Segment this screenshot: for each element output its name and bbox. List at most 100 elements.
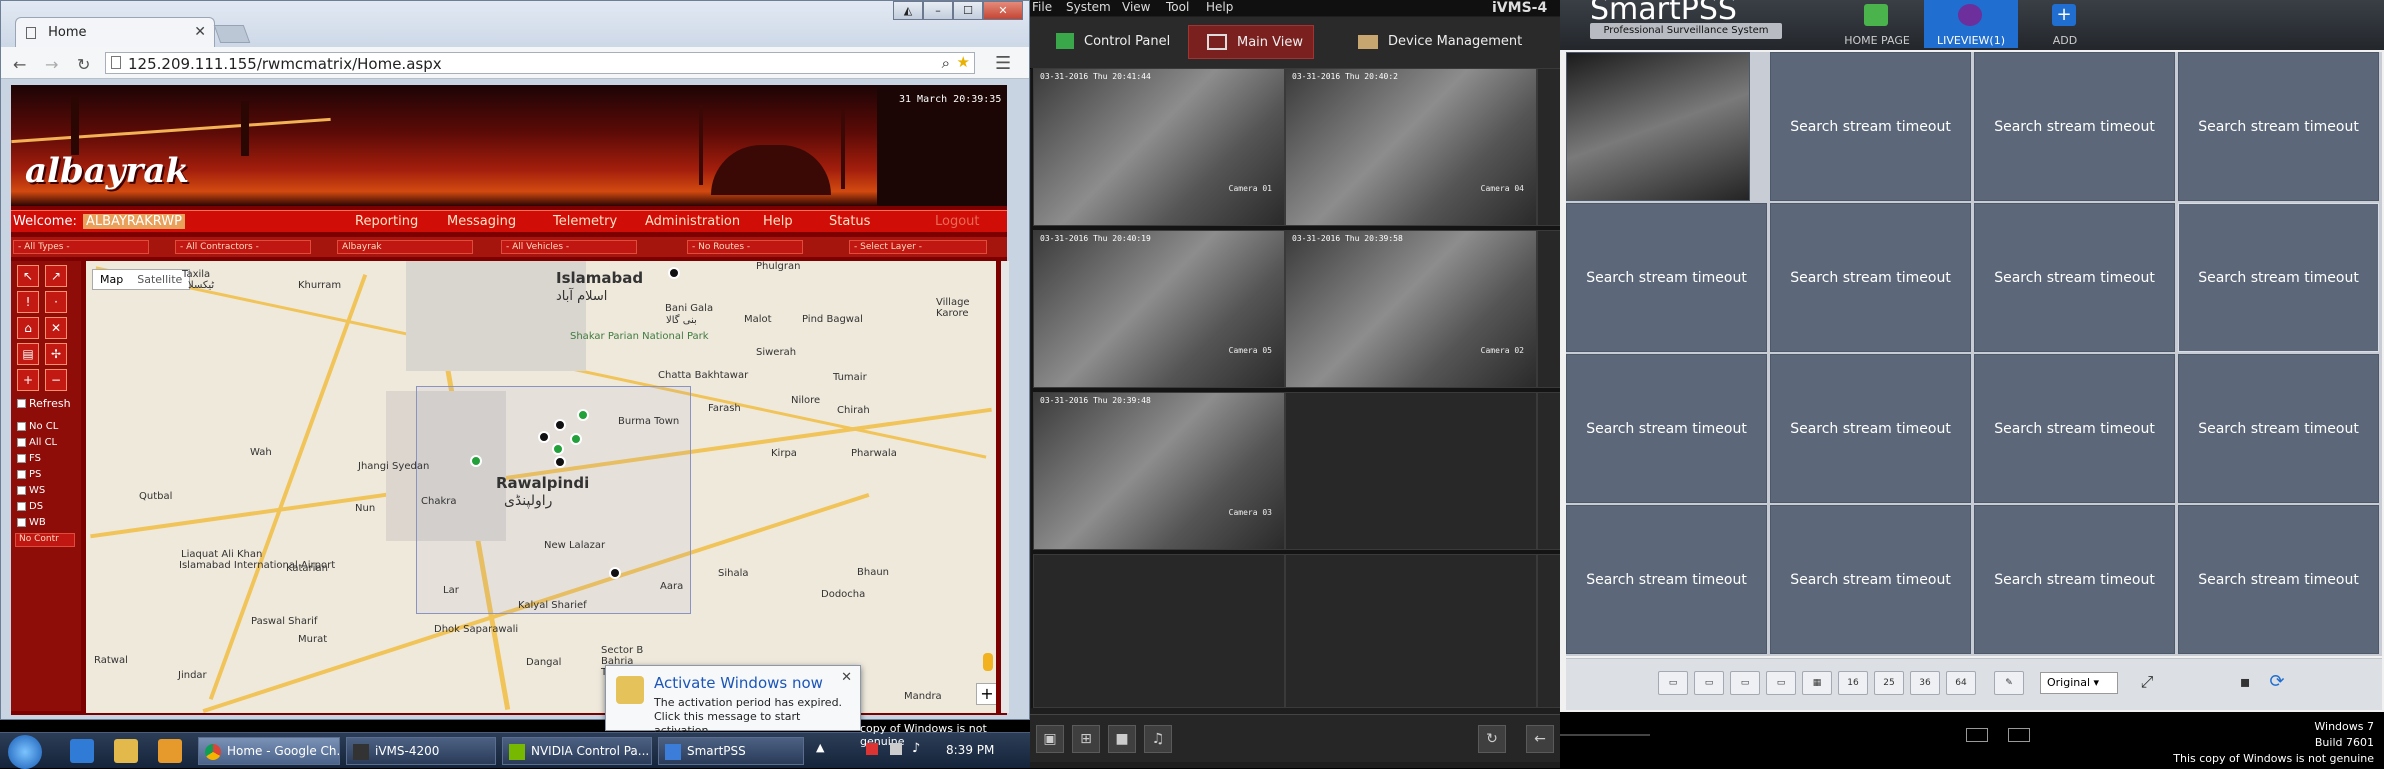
layer-filter[interactable]: - Select Layer - [849, 240, 987, 254]
close-notification-icon[interactable]: ✕ [841, 670, 852, 685]
pin-tool-icon[interactable]: ! [17, 291, 39, 313]
browser-tab-home[interactable]: Home ✕ [15, 17, 215, 47]
camera-view[interactable] [1537, 68, 1561, 226]
audio-icon[interactable]: ♫ [1144, 725, 1172, 753]
nav-add[interactable]: + ADD [2018, 0, 2112, 48]
clear-tool-icon[interactable]: ✕ [45, 317, 67, 339]
maximize-icon[interactable]: ☐ [953, 1, 983, 20]
layers-tool-icon[interactable]: ▤ [17, 343, 39, 365]
tray-expand-icon[interactable]: ▲ [816, 741, 824, 754]
stream-cell[interactable]: Search stream timeout [1770, 203, 1971, 352]
map-button[interactable]: Map [93, 270, 130, 289]
vehicle-marker[interactable] [554, 456, 566, 468]
vehicle-marker[interactable] [570, 433, 582, 445]
type-filter[interactable]: - All Types - [13, 240, 149, 254]
layout-2-icon[interactable]: ▭ [1694, 671, 1724, 695]
layout-9-icon[interactable]: ▦ [1802, 671, 1832, 695]
refresh-icon[interactable]: ⟳ [2262, 671, 2292, 695]
nav-home-page[interactable]: HOME PAGE [1830, 0, 1924, 48]
edit-layout-icon[interactable]: ✎ [1994, 671, 2024, 695]
layer-check-wb[interactable]: WB [17, 517, 46, 528]
layout-36-button[interactable]: 36 [1910, 671, 1940, 695]
stream-cell[interactable]: Search stream timeout [2178, 203, 2379, 352]
center-tool-icon[interactable]: ✢ [45, 343, 67, 365]
stream-cell[interactable]: Search stream timeout [1770, 52, 1971, 201]
save-icon[interactable]: ▣ [1036, 725, 1064, 753]
camera-view[interactable]: 03-31-2016 Thu 20:39:58 Camera 02 [1285, 230, 1537, 388]
menu-telemetry[interactable]: Telemetry [553, 214, 617, 229]
stream-cell[interactable]: Search stream timeout [1974, 505, 2175, 654]
vehicle-marker[interactable] [577, 409, 589, 421]
vehicle-marker[interactable] [470, 455, 482, 467]
page-scrollbar[interactable] [1001, 261, 1009, 713]
close-window-icon[interactable]: ✕ [983, 1, 1023, 20]
layout-16-button[interactable]: 16 [1838, 671, 1868, 695]
reload-icon[interactable]: ↻ [77, 55, 90, 74]
point-tool-icon[interactable]: · [45, 291, 67, 313]
tab-control-panel[interactable]: Control Panel [1036, 25, 1180, 59]
media-player-icon[interactable] [158, 739, 182, 763]
layout-icon[interactable]: ⊞ [1072, 725, 1100, 753]
route-filter[interactable]: - No Routes - [687, 240, 803, 254]
camera-view[interactable] [1285, 554, 1537, 708]
stream-cell[interactable]: Search stream timeout [1566, 505, 1767, 654]
stream-cell[interactable]: Search stream timeout [2178, 52, 2379, 201]
menu-help[interactable]: Help [763, 214, 793, 229]
stream-type-select[interactable]: Original ▾ [2040, 672, 2118, 694]
nav-liveview[interactable]: LIVEVIEW(1) [1924, 0, 2018, 48]
menu-messaging[interactable]: Messaging [447, 214, 516, 229]
taskbar-ivms[interactable]: iVMS-4200 [346, 737, 496, 765]
layout-1-icon[interactable]: ▭ [1658, 671, 1688, 695]
vehicle-filter[interactable]: - All Vehicles - [501, 240, 637, 254]
camera-view[interactable] [1537, 392, 1561, 550]
layout-3-icon[interactable]: ▭ [1730, 671, 1760, 695]
layout-25-button[interactable]: 25 [1874, 671, 1904, 695]
map-view[interactable]: Map Satellite Islamabad اسلام آباد Khurr… [86, 261, 996, 713]
system-clock[interactable]: 8:39 PM [946, 743, 994, 757]
vehicle-marker[interactable] [668, 267, 680, 279]
zoom-icon[interactable]: ⌕ [942, 54, 950, 72]
taskbar-chrome[interactable]: Home - Google Ch... [198, 737, 340, 765]
save-layout-icon[interactable]: ▪ [2230, 671, 2260, 695]
start-button[interactable] [8, 735, 42, 769]
layout-4-icon[interactable]: ▭ [1766, 671, 1796, 695]
layer-check-ws[interactable]: WS [17, 485, 45, 496]
menu-status[interactable]: Status [829, 214, 870, 229]
menu-tool[interactable]: Tool [1166, 0, 1189, 14]
stream-cell[interactable]: Search stream timeout [1974, 52, 2175, 201]
stop-icon[interactable]: ■ [1108, 725, 1136, 753]
vehicle-marker[interactable] [552, 443, 564, 455]
menu-reporting[interactable]: Reporting [355, 214, 418, 229]
cycle-icon[interactable]: ↻ [1478, 725, 1506, 753]
contractor-filter[interactable]: - All Contractors - [175, 240, 311, 254]
back-icon[interactable]: ← [13, 55, 26, 74]
menu-file[interactable]: File [1032, 0, 1052, 14]
menu-help[interactable]: Help [1206, 0, 1233, 14]
tab-main-view[interactable]: Main View [1188, 25, 1315, 59]
network-icon[interactable] [890, 743, 902, 755]
layer-check-no-cl[interactable]: No CL [17, 421, 58, 432]
zoom-in-icon[interactable]: + [976, 683, 996, 705]
taskbar-smartpss[interactable]: SmartPSS [658, 737, 804, 765]
explorer-icon[interactable] [114, 739, 138, 763]
company-filter[interactable]: Albayrak [337, 240, 473, 254]
camera-view[interactable]: 03-31-2016 Thu 20:40:2 Camera 04 [1285, 68, 1537, 226]
tab-device-management[interactable]: Device Management [1340, 25, 1532, 59]
refresh-checkbox[interactable]: Refresh [17, 397, 71, 410]
contract-dropdown[interactable]: No Contr [15, 533, 75, 547]
pan-tool-icon[interactable]: ↗ [45, 265, 67, 287]
bookmark-star-icon[interactable]: ★ [957, 53, 970, 71]
menu-system[interactable]: System [1066, 0, 1111, 14]
close-tab-icon[interactable]: ✕ [194, 24, 206, 40]
select-tool-icon[interactable]: ↖ [17, 265, 39, 287]
layer-check-ds[interactable]: DS [17, 501, 43, 512]
stream-cell[interactable]: Search stream timeout [1974, 203, 2175, 352]
stream-cell[interactable]: Search stream timeout [2178, 354, 2379, 503]
camera-view[interactable] [1537, 230, 1561, 388]
satellite-button[interactable]: Satellite [130, 270, 189, 289]
camera-view[interactable] [1537, 554, 1561, 708]
stream-cell[interactable]: Search stream timeout [1566, 354, 1767, 503]
new-tab-button[interactable] [213, 25, 251, 43]
camera-view[interactable]: 03-31-2016 Thu 20:39:48 Camera 03 [1033, 392, 1285, 550]
camera-view[interactable]: 03-31-2016 Thu 20:41:44 Camera 01 [1033, 68, 1285, 226]
